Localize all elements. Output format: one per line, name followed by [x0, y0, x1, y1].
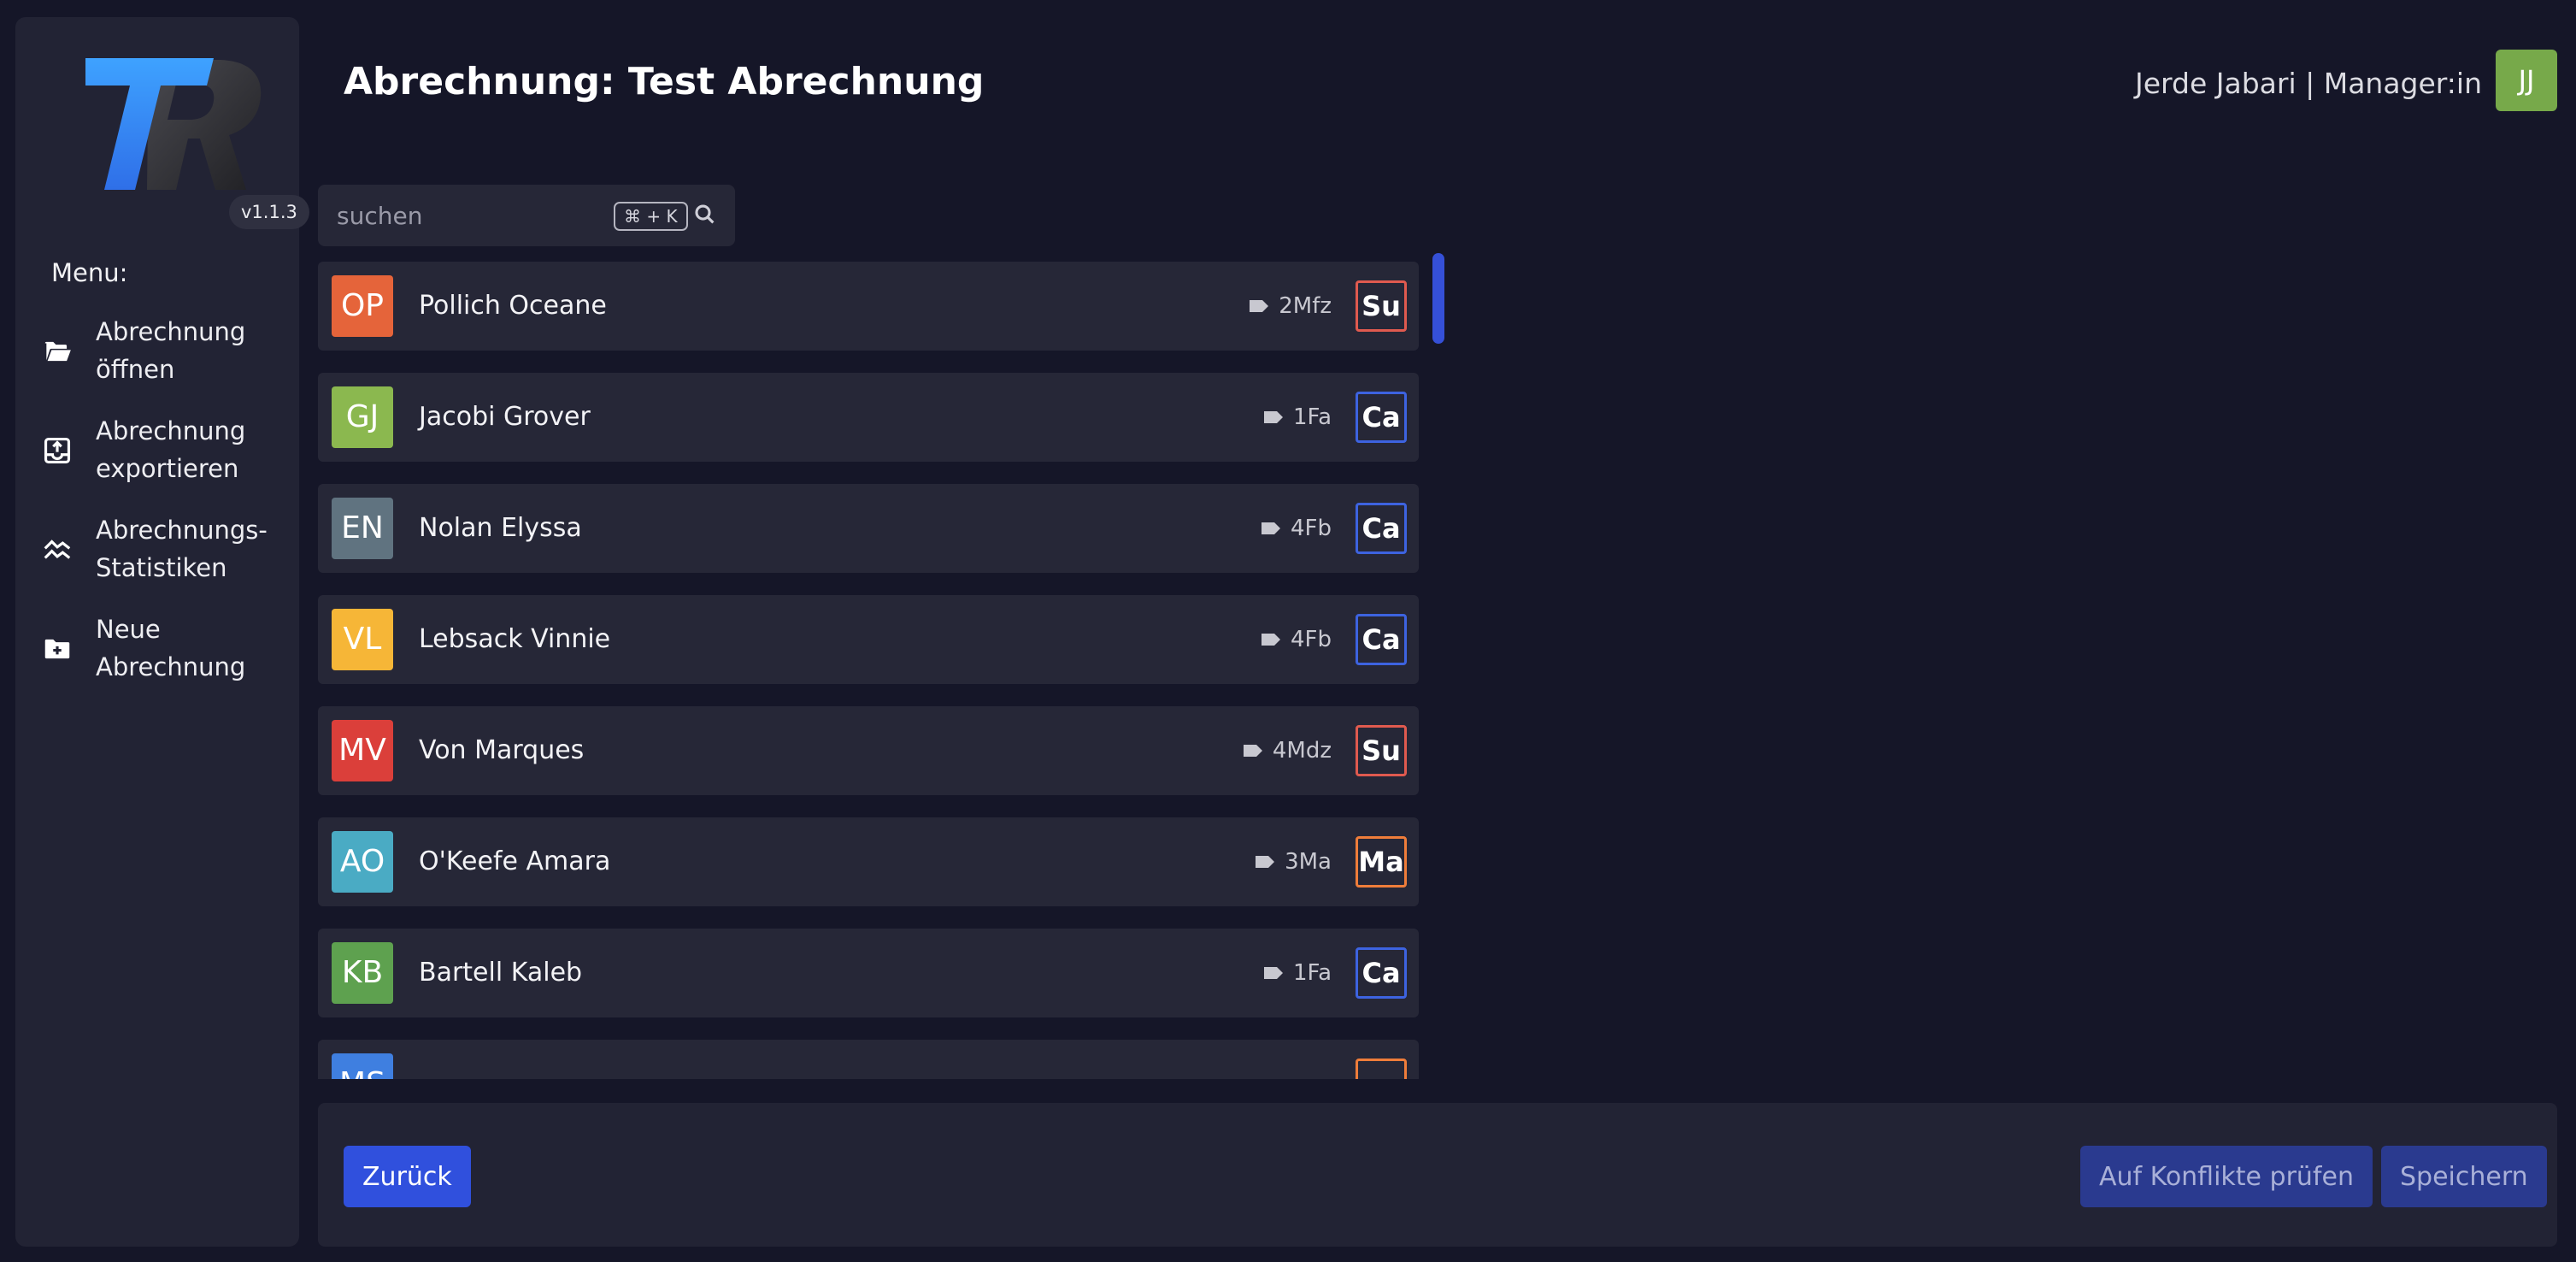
tag-icon — [1261, 522, 1280, 534]
initials-avatar: VL — [332, 609, 393, 670]
student-name: Bartell Kaleb — [419, 958, 583, 988]
user-info: Jerde Jabari | Manager:in — [2135, 67, 2482, 100]
class-tag: 2Mfz — [1248, 262, 1332, 351]
list-item[interactable]: AO O'Keefe Amara 3Ma Ma — [318, 817, 1419, 906]
user-avatar[interactable]: JJ — [2496, 50, 2557, 111]
app-window: v1.1.3 Menu: Abrechnung öffnen Abrechnung… — [0, 0, 2576, 1262]
list-item[interactable]: MS — [318, 1040, 1419, 1079]
class-tag: 3Ma — [1254, 817, 1332, 906]
initials-avatar: GJ — [332, 386, 393, 448]
nav-open-billing[interactable]: Abrechnung öffnen — [15, 313, 299, 398]
initials-avatar: MV — [332, 720, 393, 781]
subject-badge: Ca — [1356, 614, 1407, 665]
subject-badge — [1356, 1059, 1407, 1079]
list-item[interactable]: GJ Jacobi Grover 1Fa Ca — [318, 373, 1419, 462]
list-item[interactable]: VL Lebsack Vinnie 4Fb Ca — [318, 595, 1419, 684]
initials-avatar: KB — [332, 942, 393, 1004]
class-label: 4Fb — [1290, 627, 1332, 652]
subject-badge: Su — [1356, 725, 1407, 776]
tag-icon — [1261, 634, 1280, 646]
nav-export-billing[interactable]: Abrechnung exportieren — [15, 412, 299, 498]
subject-badge: Ca — [1356, 947, 1407, 999]
tag-icon — [1263, 967, 1283, 979]
list-item[interactable]: MV Von Marques 4Mdz Su — [318, 706, 1419, 795]
page-title: Abrechnung: Test Abrechnung — [344, 60, 985, 103]
subject-badge: Ca — [1356, 392, 1407, 443]
export-icon — [44, 437, 71, 464]
tag-icon — [1256, 856, 1275, 868]
subject-badge: Su — [1356, 280, 1407, 332]
shortcut-hint: ⌘ + K — [614, 202, 688, 231]
list-scrollbar[interactable] — [1432, 253, 1444, 344]
student-name: Jacobi Grover — [419, 402, 591, 432]
class-tag: 4Fb — [1260, 484, 1332, 573]
tag-icon — [1250, 300, 1269, 312]
class-label: 1Fa — [1292, 960, 1332, 986]
student-list: OP Pollich Oceane 2Mfz Su GJ Jacobi Grover 1Fa… — [318, 262, 1446, 1079]
folder-open-icon — [44, 341, 71, 362]
class-label: 4Fb — [1290, 516, 1332, 541]
footer-bar: Zurück Auf Konflikte prüfen Speichern — [318, 1103, 2557, 1247]
class-label: 1Fa — [1292, 404, 1332, 430]
class-tag: 4Mdz — [1242, 706, 1332, 795]
nav-new-billing[interactable]: Neue Abrechnung — [15, 610, 299, 696]
student-name: Pollich Oceane — [419, 291, 607, 321]
class-label: 2Mfz — [1279, 293, 1332, 319]
nav-billing-statistics-label: Abrechnungs- Statistiken — [96, 516, 268, 582]
list-item[interactable]: KB Bartell Kaleb 1Fa Ca — [318, 929, 1419, 1017]
sidebar: v1.1.3 Menu: Abrechnung öffnen Abrechnung… — [15, 17, 309, 1247]
app-logo — [85, 58, 262, 190]
statistics-icon — [44, 540, 71, 559]
initials-avatar: EN — [332, 498, 393, 559]
student-name: Von Marques — [419, 735, 585, 765]
search-icon[interactable] — [692, 202, 718, 227]
initials-avatar: MS — [332, 1053, 393, 1079]
search-input[interactable] — [337, 185, 602, 246]
student-name: O'Keefe Amara — [419, 846, 611, 876]
back-button[interactable]: Zurück — [344, 1146, 471, 1207]
check-conflicts-button[interactable]: Auf Konflikte prüfen — [2080, 1146, 2373, 1207]
nav-billing-statistics[interactable]: Abrechnungs- Statistiken — [15, 511, 299, 597]
tag-icon — [1263, 411, 1283, 423]
student-name: Lebsack Vinnie — [419, 624, 611, 654]
class-tag: 4Fb — [1260, 595, 1332, 684]
tag-icon — [1243, 745, 1262, 757]
nav-new-billing-label: Neue Abrechnung — [96, 615, 246, 681]
class-tag: 1Fa — [1262, 373, 1332, 462]
class-tag: 1Fa — [1262, 929, 1332, 1017]
version-badge: v1.1.3 — [229, 195, 309, 229]
list-item[interactable]: OP Pollich Oceane 2Mfz Su — [318, 262, 1419, 351]
save-button[interactable]: Speichern — [2381, 1146, 2547, 1207]
nav-export-billing-label: Abrechnung exportieren — [96, 416, 246, 483]
student-name: Nolan Elyssa — [419, 513, 582, 543]
list-item[interactable]: EN Nolan Elyssa 4Fb Ca — [318, 484, 1419, 573]
class-label: 3Ma — [1285, 849, 1332, 875]
subject-badge: Ma — [1356, 836, 1407, 888]
nav-open-billing-label: Abrechnung öffnen — [96, 317, 246, 384]
folder-plus-icon — [44, 639, 70, 659]
class-label: 4Mdz — [1272, 738, 1332, 764]
search-box: ⌘ + K — [318, 185, 735, 246]
initials-avatar: OP — [332, 275, 393, 337]
menu-title: Menu: — [51, 258, 128, 287]
subject-badge: Ca — [1356, 503, 1407, 554]
initials-avatar: AO — [332, 831, 393, 893]
